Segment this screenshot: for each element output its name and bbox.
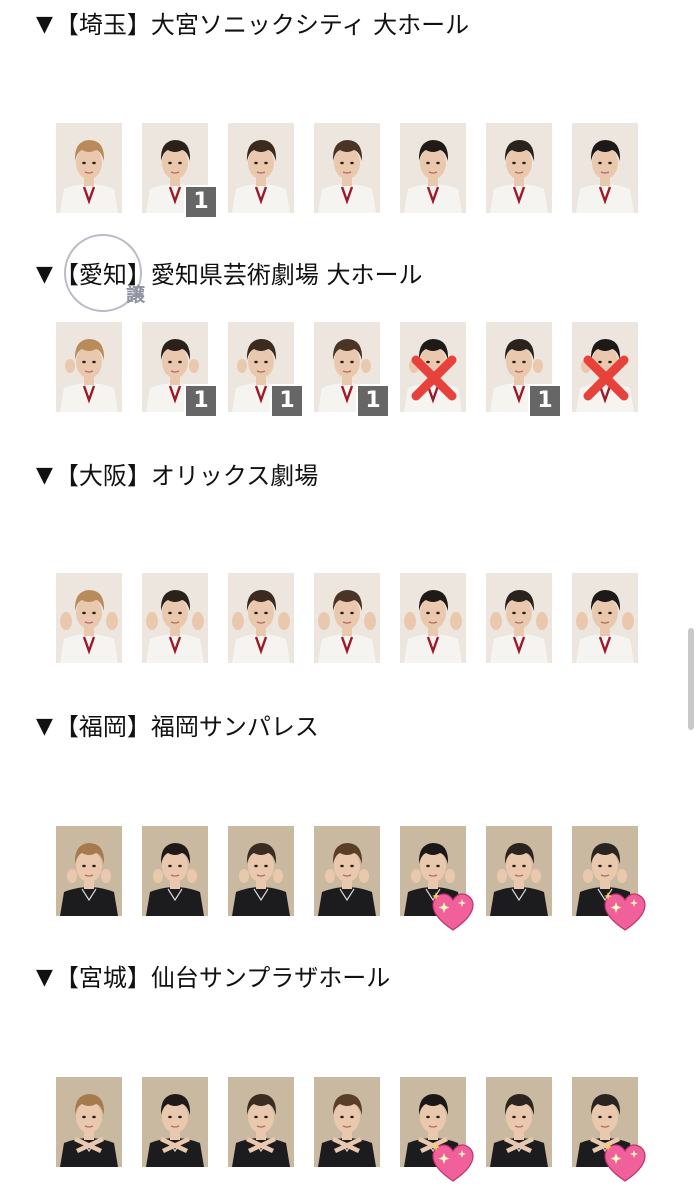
photo-card-member-7[interactable] bbox=[572, 123, 638, 213]
photo-card-member-1[interactable] bbox=[56, 573, 122, 663]
photo-image bbox=[228, 1077, 294, 1167]
photo-card-row: 1 1 1 1 bbox=[0, 322, 697, 432]
photo-image bbox=[56, 123, 122, 213]
photo-card-member-6[interactable] bbox=[486, 1077, 552, 1167]
photo-card-member-6[interactable] bbox=[486, 573, 552, 663]
photo-card-row bbox=[0, 1077, 697, 1187]
sparkling-heart-icon bbox=[432, 1143, 474, 1182]
sparkling-heart-icon bbox=[432, 892, 474, 931]
triangle-down-icon: ▼ bbox=[36, 262, 53, 287]
photo-image bbox=[314, 826, 380, 916]
triangle-down-icon: ▼ bbox=[36, 965, 53, 990]
triangle-down-icon: ▼ bbox=[36, 714, 53, 739]
photo-image bbox=[400, 573, 466, 663]
venue-title: 【埼玉】大宮ソニックシティ 大ホール bbox=[54, 11, 470, 39]
photo-card-member-1[interactable] bbox=[56, 322, 122, 412]
photo-image bbox=[572, 123, 638, 213]
venue-heading: ▼ 【宮城】仙台サンプラザホール bbox=[36, 961, 390, 995]
venue-title: 【大阪】オリックス劇場 bbox=[54, 462, 319, 490]
venue-heading: ▼ 【福岡】福岡サンパレス bbox=[36, 710, 319, 744]
photo-card-member-5[interactable] bbox=[400, 123, 466, 213]
sparkling-heart-icon bbox=[604, 1143, 646, 1182]
page: ▼ 【埼玉】大宮ソニックシティ 大ホール 1 ▼ 【愛知】愛知県芸術劇場 大ホー… bbox=[0, 0, 697, 1200]
photo-card-member-4[interactable] bbox=[314, 123, 380, 213]
photo-card-row: 1 bbox=[0, 123, 697, 233]
photo-card-member-2[interactable] bbox=[142, 573, 208, 663]
photo-image bbox=[228, 123, 294, 213]
photo-image bbox=[486, 123, 552, 213]
photo-image bbox=[314, 573, 380, 663]
photo-card-member-3[interactable] bbox=[228, 1077, 294, 1167]
triangle-down-icon: ▼ bbox=[36, 12, 53, 37]
photo-image bbox=[56, 573, 122, 663]
photo-card-member-6[interactable] bbox=[486, 826, 552, 916]
count-badge: 1 bbox=[356, 384, 390, 418]
photo-image bbox=[56, 322, 122, 412]
photo-image bbox=[228, 573, 294, 663]
photo-card-member-1[interactable] bbox=[56, 123, 122, 213]
photo-card-member-3[interactable] bbox=[228, 573, 294, 663]
count-badge: 1 bbox=[528, 384, 562, 418]
photo-image bbox=[572, 573, 638, 663]
photo-image bbox=[400, 123, 466, 213]
venue-title: 【福岡】福岡サンパレス bbox=[54, 713, 319, 741]
photo-image bbox=[486, 1077, 552, 1167]
photo-card-member-5[interactable] bbox=[400, 573, 466, 663]
count-badge: 1 bbox=[270, 384, 304, 418]
venue-title: 【宮城】仙台サンプラザホール bbox=[54, 964, 391, 992]
venue-heading: ▼ 【埼玉】大宮ソニックシティ 大ホール bbox=[36, 8, 469, 42]
photo-image bbox=[56, 826, 122, 916]
photo-card-member-7[interactable] bbox=[572, 573, 638, 663]
photo-card-member-4[interactable] bbox=[314, 1077, 380, 1167]
photo-card-member-4[interactable] bbox=[314, 573, 380, 663]
venue-heading: ▼ 【大阪】オリックス劇場 bbox=[36, 459, 318, 493]
stamp-text: 譲 bbox=[126, 284, 146, 306]
photo-image bbox=[314, 123, 380, 213]
photo-card-row bbox=[0, 826, 697, 936]
scrollbar-thumb[interactable] bbox=[688, 628, 694, 730]
photo-card-row bbox=[0, 573, 697, 683]
photo-card-member-2[interactable] bbox=[142, 1077, 208, 1167]
photo-image bbox=[56, 1077, 122, 1167]
count-badge: 1 bbox=[184, 185, 218, 219]
photo-card-member-4[interactable] bbox=[314, 826, 380, 916]
photo-image bbox=[314, 1077, 380, 1167]
photo-image bbox=[486, 826, 552, 916]
photo-image bbox=[142, 826, 208, 916]
photo-image bbox=[486, 573, 552, 663]
photo-card-member-1[interactable] bbox=[56, 1077, 122, 1167]
sparkling-heart-icon bbox=[604, 892, 646, 931]
triangle-down-icon: ▼ bbox=[36, 463, 53, 488]
photo-image bbox=[228, 826, 294, 916]
cross-mark-icon bbox=[411, 355, 457, 401]
photo-image bbox=[142, 573, 208, 663]
count-badge: 1 bbox=[184, 384, 218, 418]
photo-card-member-2[interactable] bbox=[142, 826, 208, 916]
photo-card-member-3[interactable] bbox=[228, 123, 294, 213]
photo-image bbox=[142, 1077, 208, 1167]
photo-card-member-3[interactable] bbox=[228, 826, 294, 916]
cross-mark-icon bbox=[583, 355, 629, 401]
photo-card-member-1[interactable] bbox=[56, 826, 122, 916]
photo-card-member-6[interactable] bbox=[486, 123, 552, 213]
